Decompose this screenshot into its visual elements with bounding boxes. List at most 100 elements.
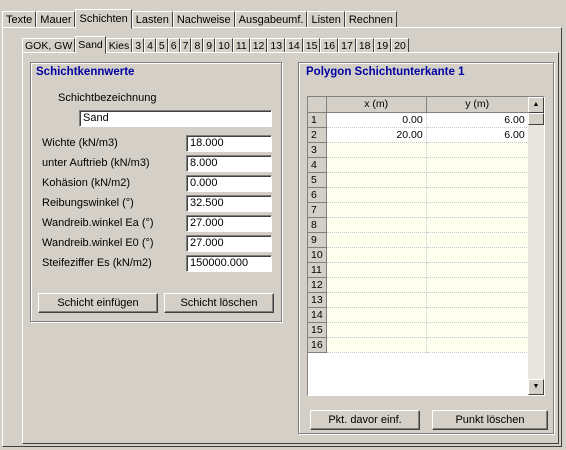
row-number[interactable]: 1 xyxy=(308,112,327,128)
main-tab[interactable]: Nachweise xyxy=(172,11,235,28)
column-header-y[interactable]: y (m) xyxy=(426,97,529,113)
cell-y[interactable] xyxy=(426,202,529,218)
main-tab[interactable]: Lasten xyxy=(131,11,173,28)
cell-y[interactable] xyxy=(426,307,529,323)
row-number[interactable]: 3 xyxy=(308,142,327,158)
cell-y[interactable] xyxy=(426,187,529,203)
row-number[interactable]: 2 xyxy=(308,127,327,143)
cell-x[interactable] xyxy=(326,172,427,188)
layer-tab[interactable]: GOK, GW xyxy=(22,38,76,53)
layer-tab[interactable]: 13 xyxy=(267,38,286,53)
main-tab[interactable]: Ausgabeumf. xyxy=(234,11,308,28)
layer-tab[interactable]: 7 xyxy=(179,38,192,53)
main-tab[interactable]: Texte xyxy=(2,11,37,28)
cell-y[interactable] xyxy=(426,142,529,158)
layer-tab[interactable]: 19 xyxy=(373,38,392,53)
layer-tab[interactable]: 11 xyxy=(232,38,250,53)
cell-x[interactable] xyxy=(326,217,427,233)
insert-layer-button[interactable]: Schicht einfügen xyxy=(38,293,158,313)
row-number[interactable]: 15 xyxy=(308,322,327,338)
column-header-x[interactable]: x (m) xyxy=(326,97,427,113)
arrow-up-icon[interactable]: ▲ xyxy=(528,97,544,113)
insert-point-before-button[interactable]: Pkt. davor einf. xyxy=(310,410,420,430)
layer-tab[interactable]: 5 xyxy=(155,38,168,53)
row-number[interactable]: 8 xyxy=(308,217,327,233)
layer-tab[interactable]: 16 xyxy=(320,38,339,53)
layer-name-input[interactable]: Sand xyxy=(79,110,272,127)
layer-tab[interactable]: Sand xyxy=(75,36,106,54)
layer-tab[interactable]: 4 xyxy=(144,38,156,53)
cell-y[interactable]: 6.00 xyxy=(426,127,529,143)
layer-tab[interactable]: 3 xyxy=(132,38,145,53)
property-input[interactable]: 27.000 xyxy=(186,235,272,252)
cell-x[interactable] xyxy=(326,277,427,293)
grid-vertical-scrollbar[interactable]: ▲ ▼ xyxy=(528,97,544,395)
cell-y[interactable] xyxy=(426,232,529,248)
cell-y[interactable] xyxy=(426,277,529,293)
cell-x[interactable] xyxy=(326,337,427,353)
cell-x[interactable] xyxy=(326,262,427,278)
scrollbar-thumb[interactable] xyxy=(528,113,544,125)
row-number[interactable]: 7 xyxy=(308,202,327,218)
cell-x[interactable] xyxy=(326,157,427,173)
polygon-table: x (m) y (m) 1 0.00 6.00 2 20.00 6.00 3 4 5 6 7 8 9 10… xyxy=(308,97,529,353)
cell-y[interactable] xyxy=(426,292,529,308)
property-input[interactable]: 27.000 xyxy=(186,215,272,232)
layer-tab[interactable]: 9 xyxy=(203,38,216,53)
property-input[interactable]: 0.000 xyxy=(186,175,272,192)
cell-x[interactable] xyxy=(326,307,427,323)
delete-point-button[interactable]: Punkt löschen xyxy=(432,410,548,430)
main-tab[interactable]: Rechnen xyxy=(344,11,397,28)
property-input[interactable]: 8.000 xyxy=(186,155,272,172)
layer-tab[interactable]: 17 xyxy=(338,38,356,53)
layer-tab[interactable]: 18 xyxy=(355,38,374,53)
cell-x[interactable] xyxy=(326,202,427,218)
row-number[interactable]: 9 xyxy=(308,232,327,248)
property-label: Wichte (kN/m3) xyxy=(42,137,118,149)
cell-x[interactable] xyxy=(326,142,427,158)
cell-y[interactable] xyxy=(426,157,529,173)
cell-x[interactable] xyxy=(326,187,427,203)
cell-y[interactable] xyxy=(426,247,529,263)
row-number[interactable]: 5 xyxy=(308,172,327,188)
cell-y[interactable] xyxy=(426,322,529,338)
delete-layer-button[interactable]: Schicht löschen xyxy=(164,293,274,313)
property-label: Steifeziffer Es (kN/m2) xyxy=(42,257,152,269)
layer-tab[interactable]: 8 xyxy=(191,38,204,53)
arrow-down-icon[interactable]: ▼ xyxy=(528,379,544,395)
row-number[interactable]: 11 xyxy=(308,262,327,278)
property-input[interactable]: 32.500 xyxy=(186,195,272,212)
cell-y[interactable] xyxy=(426,262,529,278)
row-number[interactable]: 13 xyxy=(308,292,327,308)
main-tab[interactable]: Mauer xyxy=(36,11,76,28)
layer-tab[interactable]: 10 xyxy=(215,38,233,53)
cell-x[interactable] xyxy=(326,247,427,263)
main-tab[interactable]: Schichten xyxy=(75,9,132,29)
row-number[interactable]: 6 xyxy=(308,187,327,203)
cell-x[interactable]: 20.00 xyxy=(326,127,427,143)
property-input[interactable]: 150000.000 xyxy=(186,255,272,272)
layer-tab[interactable]: 6 xyxy=(167,38,180,53)
cell-y[interactable]: 6.00 xyxy=(426,112,529,128)
row-number[interactable]: 16 xyxy=(308,337,327,353)
main-tab[interactable]: Listen xyxy=(307,11,345,28)
cell-x[interactable] xyxy=(326,292,427,308)
row-number[interactable]: 14 xyxy=(308,307,327,323)
layer-tab[interactable]: 15 xyxy=(302,38,321,53)
property-input[interactable]: 18.000 xyxy=(186,135,272,152)
layer-tab[interactable]: 12 xyxy=(249,38,268,53)
cell-x[interactable]: 0.00 xyxy=(326,112,427,128)
row-number[interactable]: 12 xyxy=(308,277,327,293)
layer-tab[interactable]: Kies xyxy=(105,38,133,53)
cell-y[interactable] xyxy=(426,217,529,233)
polygon-grid[interactable]: x (m) y (m) 1 0.00 6.00 2 20.00 6.00 3 4 5 6 7 8 9 10… xyxy=(307,96,545,396)
row-number[interactable]: 10 xyxy=(308,247,327,263)
cell-x[interactable] xyxy=(326,232,427,248)
cell-y[interactable] xyxy=(426,172,529,188)
cell-x[interactable] xyxy=(326,322,427,338)
layer-tab[interactable]: 14 xyxy=(285,38,303,53)
insert-point-before-label: Pkt. davor einf. xyxy=(328,414,402,426)
layer-tab[interactable]: 20 xyxy=(391,38,409,53)
cell-y[interactable] xyxy=(426,337,529,353)
row-number[interactable]: 4 xyxy=(308,157,327,173)
